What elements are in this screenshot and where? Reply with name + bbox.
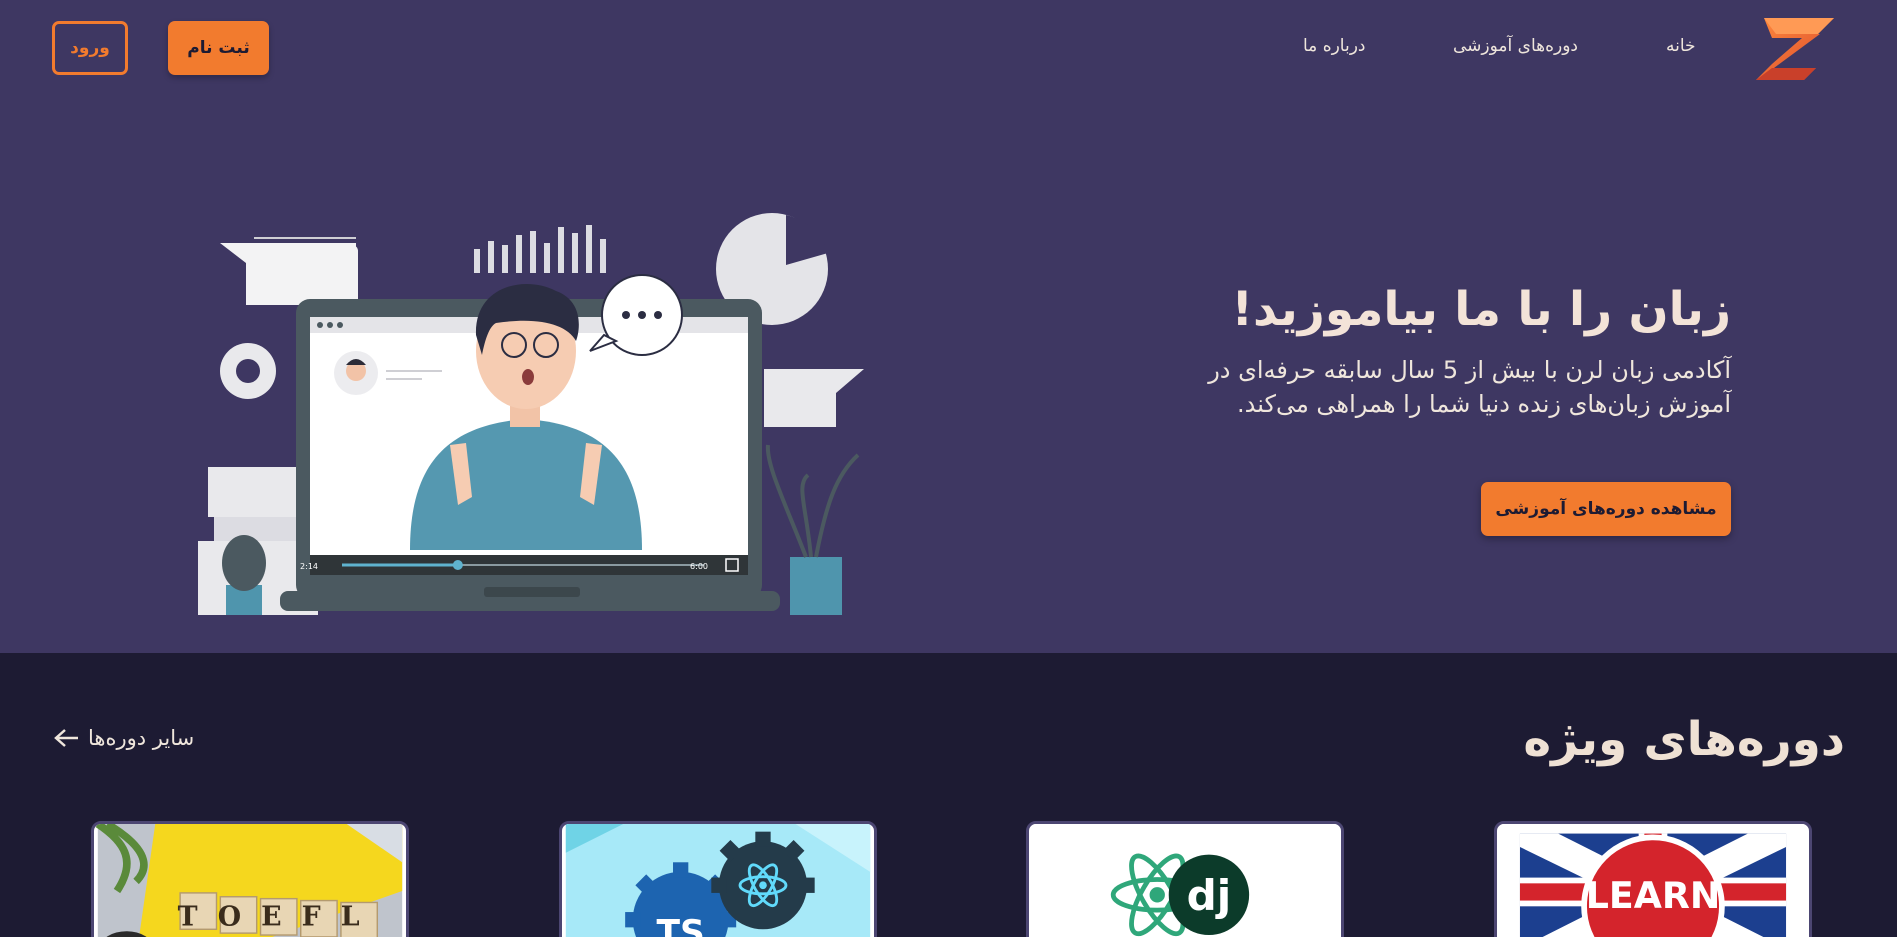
toefl-badge-text: TOEFL bbox=[178, 901, 380, 932]
featured-courses-title: دوره‌های ویژه bbox=[1523, 712, 1845, 767]
view-courses-button[interactable]: مشاهده دوره‌های آموزشی bbox=[1481, 482, 1731, 536]
typescript-badge-text: TS bbox=[657, 914, 705, 937]
video-duration: 6:00 bbox=[690, 562, 708, 571]
course-card-django[interactable]: dj bbox=[1026, 821, 1344, 937]
video-current-time: 2:14 bbox=[300, 562, 318, 571]
toefl-blocks-image: TOEFL bbox=[95, 824, 403, 937]
learn-english-flag-image: LEARN bbox=[1500, 824, 1806, 937]
login-button[interactable]: ورود bbox=[52, 21, 128, 75]
django-badge-text: dj bbox=[1187, 871, 1232, 920]
arrow-left-icon bbox=[54, 729, 78, 747]
hero-section: خانه دوره‌های آموزشی درباره ما ثبت نام و… bbox=[0, 0, 1897, 653]
learn-badge-text: LEARN bbox=[1586, 874, 1721, 917]
typescript-react-gears-image: TS bbox=[565, 824, 871, 937]
course-card-toefl[interactable]: TOEFL bbox=[91, 821, 409, 937]
nav-home-link[interactable]: خانه bbox=[1666, 36, 1696, 56]
online-lesson-illustration: 2:14 6:00 bbox=[198, 213, 864, 615]
hero-title: زبان را با ما بیاموزید! bbox=[1231, 282, 1731, 337]
other-courses-label: سایر دوره‌ها bbox=[88, 726, 195, 750]
hero-description: آکادمی زبان لرن با بیش از 5 سال سابقه حر… bbox=[1208, 356, 1731, 418]
python-django-logos-image: dj bbox=[1032, 824, 1338, 937]
nav-about-link[interactable]: درباره ما bbox=[1303, 36, 1366, 56]
z-logo-icon[interactable] bbox=[1754, 16, 1836, 82]
course-card-english[interactable]: LEARN bbox=[1494, 821, 1812, 937]
signup-button[interactable]: ثبت نام bbox=[168, 21, 269, 75]
course-card-typescript[interactable]: TS bbox=[559, 821, 877, 937]
nav-courses-link[interactable]: دوره‌های آموزشی bbox=[1453, 36, 1578, 56]
other-courses-link[interactable]: سایر دوره‌ها bbox=[54, 726, 194, 750]
